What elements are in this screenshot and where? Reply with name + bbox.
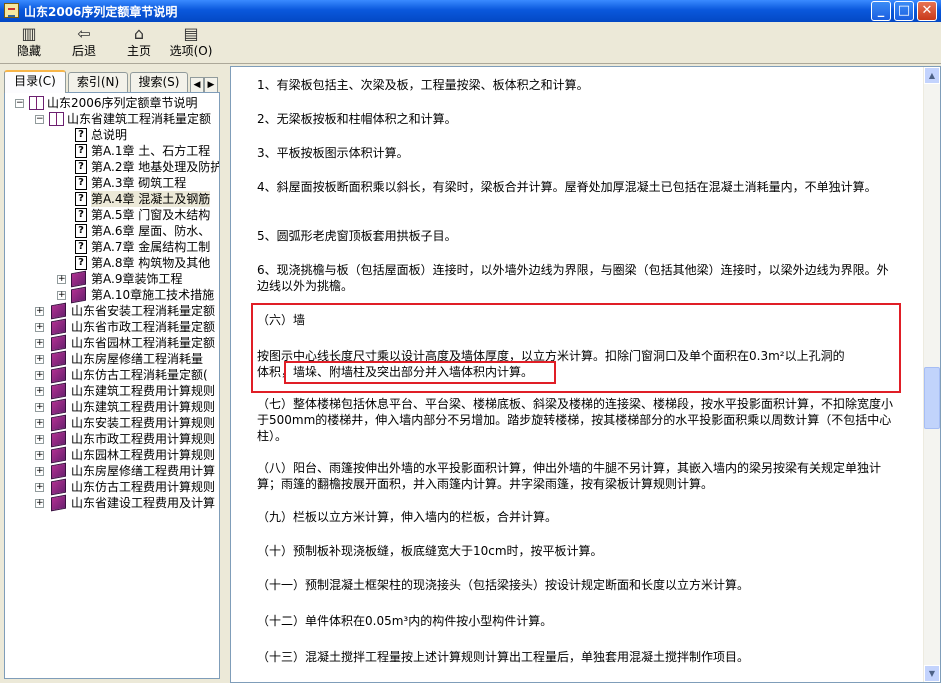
pane-splitter[interactable] (222, 66, 230, 683)
expand-icon[interactable]: + (35, 387, 44, 396)
expand-icon[interactable]: + (35, 483, 44, 492)
tab-index[interactable]: 索引(N) (68, 72, 128, 92)
closed-book-icon (51, 366, 66, 384)
back-arrow-icon: ⇦ (77, 24, 91, 43)
closed-book-icon (51, 414, 66, 432)
close-button[interactable]: ✕ (917, 1, 937, 21)
maximize-button[interactable]: □ (894, 1, 914, 21)
options-icon: ▤ (183, 24, 199, 43)
expand-icon[interactable]: + (57, 291, 66, 300)
options-button[interactable]: ▤ 选项(O) (163, 24, 219, 62)
paragraph: 6、现浇挑檐与板（包括屋面板）连接时，以外墙外边线为界限，与圈梁（包括其他梁）连… (257, 263, 889, 293)
closed-book-icon (51, 382, 66, 400)
hide-button[interactable]: ▥ 隐藏 (6, 24, 52, 62)
paragraph: （七）整体楼梯包括休息平台、平台梁、楼梯底板、斜梁及楼梯的连接梁、楼梯段，按水平… (257, 397, 894, 443)
home-icon: ⌂ (133, 24, 145, 43)
scroll-down-icon[interactable]: ▼ (924, 665, 940, 682)
nav-tabs: 目录(C) 索引(N) 搜索(S) ◀ ▶ (2, 70, 220, 93)
paragraph: 3、平板按板图示体积计算。 (257, 146, 409, 160)
vertical-scrollbar[interactable]: ▲ ▼ (923, 67, 940, 682)
closed-book-icon (51, 494, 66, 512)
paragraph: 1、有梁板包括主、次梁及板，工程量按梁、板体积之和计算。 (257, 78, 589, 92)
expand-icon[interactable]: + (35, 451, 44, 460)
closed-book-icon (51, 302, 66, 320)
collapse-icon[interactable]: − (15, 99, 24, 108)
closed-book-icon (51, 462, 66, 480)
closed-book-icon (71, 270, 86, 288)
help-page-icon: ? (75, 128, 87, 142)
expand-icon[interactable]: + (35, 435, 44, 444)
expand-icon[interactable]: + (35, 339, 44, 348)
tab-search[interactable]: 搜索(S) (130, 72, 188, 92)
closed-book-icon (71, 286, 86, 304)
navigation-pane: 目录(C) 索引(N) 搜索(S) ◀ ▶ − 山东2006序列定额章节说明 −… (0, 66, 222, 683)
content-pane: 1、有梁板包括主、次梁及板，工程量按梁、板体积之和计算。 2、无梁板按板和柱帽体… (230, 66, 941, 683)
closed-book-icon (51, 430, 66, 448)
tab-scroll-left-icon[interactable]: ◀ (190, 77, 204, 93)
expand-icon[interactable]: + (35, 499, 44, 508)
expand-icon[interactable]: + (35, 403, 44, 412)
expand-icon[interactable]: + (57, 275, 66, 284)
scroll-thumb[interactable] (924, 367, 940, 429)
closed-book-icon (51, 350, 66, 368)
title-bar: 山东2006序列定额章节说明 _ □ ✕ (0, 0, 941, 22)
hide-icon: ▥ (21, 24, 37, 43)
closed-book-icon (51, 398, 66, 416)
open-book-icon (29, 96, 44, 110)
help-book-icon (4, 3, 19, 18)
highlight-box-inner (284, 361, 556, 384)
expand-icon[interactable]: + (35, 355, 44, 364)
help-page-icon: ? (75, 224, 87, 238)
expand-icon[interactable]: + (35, 323, 44, 332)
expand-icon[interactable]: + (35, 371, 44, 380)
contents-tree: − 山东2006序列定额章节说明 − 山东省建筑工程消耗量定额 ? 总说明 ? 第A… (4, 92, 220, 679)
paragraph: （十一）预制混凝土框架柱的现浇接头（包括梁接头）按设计规定断面和长度以立方米计算… (257, 578, 750, 592)
toolbar: ▥ 隐藏 ⇦ 后退 ⌂ 主页 ▤ 选项(O) (0, 22, 941, 64)
collapse-icon[interactable]: − (35, 115, 44, 124)
help-page-icon: ? (75, 160, 87, 174)
home-button[interactable]: ⌂ 主页 (116, 24, 162, 62)
closed-book-icon (51, 478, 66, 496)
help-page-icon: ? (75, 240, 87, 254)
expand-icon[interactable]: + (35, 307, 44, 316)
paragraph: （十）预制板补现浇板缝，板底缝宽大于10cm时，按平板计算。 (257, 544, 603, 558)
open-book-icon (49, 112, 64, 126)
minimize-button[interactable]: _ (871, 1, 891, 21)
paragraph: 5、圆弧形老虎窗顶板套用拱板子目。 (257, 229, 457, 243)
paragraph: 4、斜屋面按板断面积乘以斜长，有梁时，梁板合并计算。屋脊处加厚混凝土已包括在混凝… (257, 180, 877, 194)
tab-contents[interactable]: 目录(C) (4, 70, 66, 93)
window-title: 山东2006序列定额章节说明 (24, 5, 178, 19)
help-page-icon: ? (75, 144, 87, 158)
help-page-icon: ? (75, 176, 87, 190)
tab-scroll-right-icon[interactable]: ▶ (204, 77, 218, 93)
closed-book-icon (51, 446, 66, 464)
closed-book-icon (51, 334, 66, 352)
back-button[interactable]: ⇦ 后退 (61, 24, 107, 62)
paragraph: （八）阳台、雨篷按伸出外墙的水平投影面积计算，伸出外墙的牛腿不另计算，其嵌入墙内… (257, 461, 882, 491)
paragraph: （九）栏板以立方米计算，伸入墙内的栏板，合并计算。 (257, 510, 558, 524)
scroll-up-icon[interactable]: ▲ (924, 67, 940, 84)
help-page-icon: ? (75, 192, 87, 206)
paragraph: 2、无梁板按板和柱帽体积之和计算。 (257, 112, 457, 126)
expand-icon[interactable]: + (35, 467, 44, 476)
closed-book-icon (51, 318, 66, 336)
paragraph: （十三）混凝土搅拌工程量按上述计算规则计算出工程量后，单独套用混凝土搅拌制作项目… (257, 650, 750, 664)
help-page-icon: ? (75, 208, 87, 222)
paragraph: （十二）单件体积在0.05m³内的构件按小型构件计算。 (257, 614, 553, 628)
help-page-icon: ? (75, 256, 87, 270)
expand-icon[interactable]: + (35, 419, 44, 428)
